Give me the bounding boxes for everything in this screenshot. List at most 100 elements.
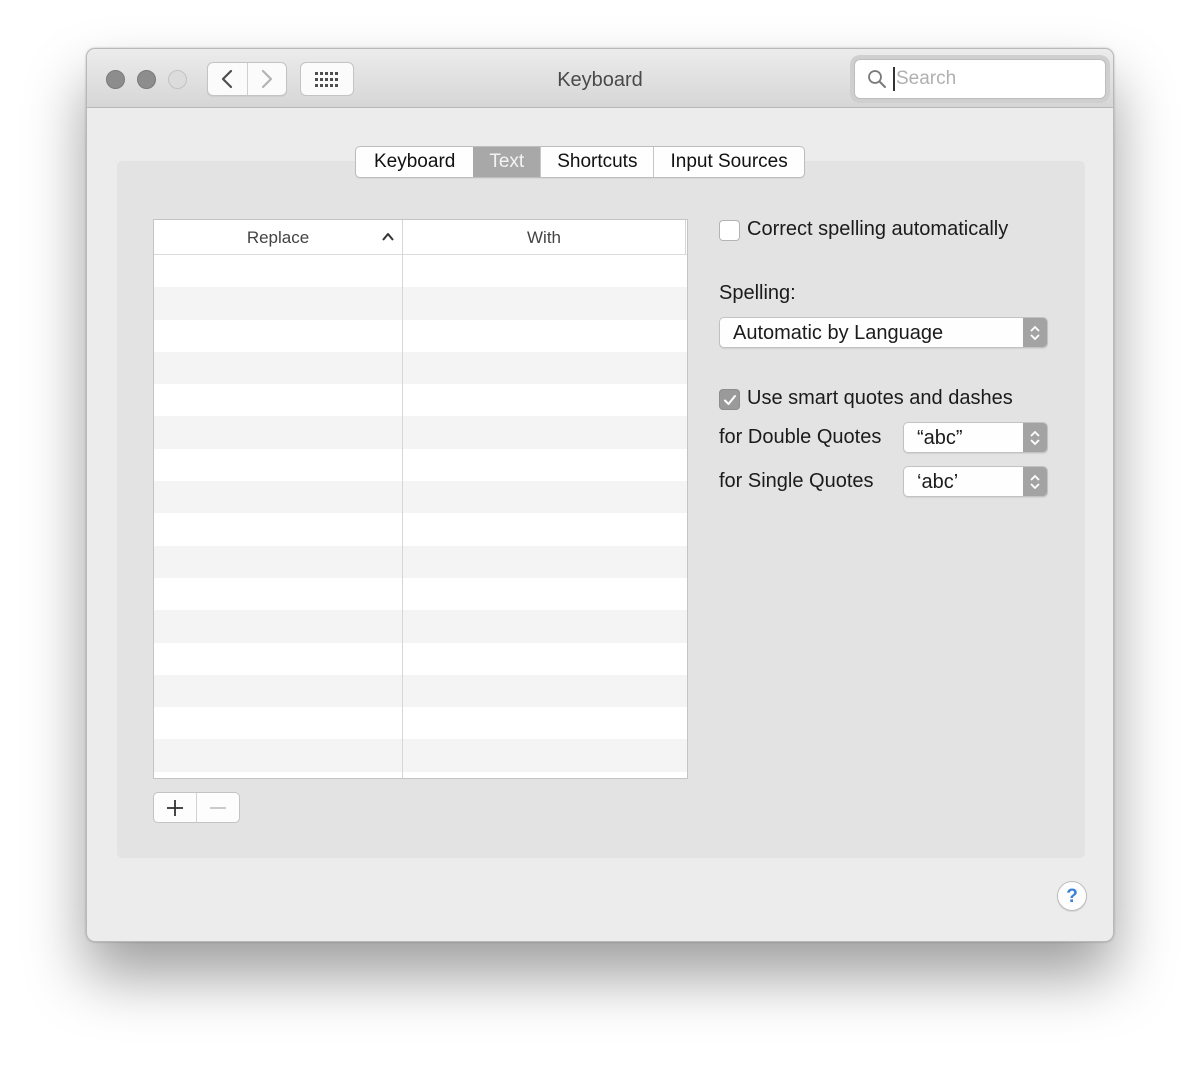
- table-cell-replace: [154, 739, 403, 772]
- updown-arrows-icon: [1023, 423, 1047, 452]
- table-cell-replace: [154, 610, 403, 643]
- table-row[interactable]: [154, 610, 687, 643]
- table-body: [154, 255, 687, 778]
- single-quotes-label: for Single Quotes: [719, 470, 874, 492]
- table-cell-replace: [154, 351, 403, 385]
- table-cell-replace: [154, 481, 403, 514]
- double-quotes-label: for Double Quotes: [719, 426, 882, 448]
- table-header: Replace With: [154, 220, 687, 255]
- plus-icon: [167, 799, 183, 816]
- table-cell-replace: [154, 577, 403, 611]
- title-bar: Keyboard: [87, 49, 1113, 108]
- table-cell-with: [403, 449, 686, 481]
- column-header-with-label: With: [527, 228, 561, 247]
- table-cell-replace: [154, 448, 403, 482]
- table-cell-with: [403, 287, 686, 319]
- table-cell-replace: [154, 384, 403, 417]
- search-icon: [868, 70, 886, 88]
- table-row[interactable]: [154, 739, 687, 772]
- table-row[interactable]: [154, 416, 687, 449]
- double-quotes-popup-value: “abc”: [917, 427, 963, 449]
- table-row[interactable]: [154, 513, 687, 546]
- table-row[interactable]: [154, 319, 687, 352]
- table-cell-replace: [154, 771, 403, 778]
- table-row[interactable]: [154, 287, 687, 320]
- tab-input-sources[interactable]: Input Sources: [653, 147, 803, 177]
- table-row[interactable]: [154, 351, 687, 385]
- remove-replacement-button[interactable]: [196, 793, 239, 822]
- add-remove-buttons: [153, 792, 240, 823]
- tab-shortcuts[interactable]: Shortcuts: [540, 147, 653, 177]
- table-cell-replace: [154, 707, 403, 740]
- checkmark-icon: [723, 394, 736, 405]
- correct-spelling-label: Correct spelling automatically: [747, 218, 1009, 240]
- keyboard-preferences-window: Keyboard Keyboard Text Shortcuts Input S…: [86, 48, 1114, 942]
- grid-icon: [315, 71, 338, 87]
- table-cell-replace: [154, 255, 403, 288]
- table-row[interactable]: [154, 707, 687, 740]
- column-header-with[interactable]: With: [403, 220, 686, 254]
- back-button[interactable]: [208, 63, 247, 95]
- help-button[interactable]: ?: [1057, 881, 1087, 911]
- navigation-buttons: [207, 62, 287, 96]
- spelling-popup[interactable]: Automatic by Language: [719, 317, 1048, 348]
- table-row[interactable]: [154, 255, 687, 288]
- table-cell-with: [403, 513, 686, 545]
- smart-quotes-checkbox[interactable]: [719, 389, 740, 410]
- smart-quotes-label: Use smart quotes and dashes: [747, 387, 1013, 409]
- table-cell-with: [403, 643, 686, 675]
- tab-text[interactable]: Text: [473, 147, 541, 177]
- table-cell-with: [403, 384, 686, 416]
- table-row[interactable]: [154, 642, 687, 675]
- table-cell-replace: [154, 545, 403, 578]
- chevron-left-icon: [222, 69, 233, 89]
- text-replacement-table[interactable]: Replace With: [153, 219, 688, 779]
- table-row[interactable]: [154, 771, 687, 778]
- table-cell-with: [403, 772, 686, 778]
- table-cell-with: [403, 320, 686, 352]
- table-cell-replace: [154, 416, 403, 449]
- table-row[interactable]: [154, 481, 687, 514]
- column-header-replace-label: Replace: [246, 228, 310, 247]
- table-cell-with: [403, 352, 686, 384]
- updown-arrows-icon: [1023, 467, 1047, 496]
- table-cell-with: [403, 739, 686, 771]
- tab-bar: Keyboard Text Shortcuts Input Sources: [355, 146, 805, 178]
- updown-arrows-icon: [1023, 318, 1047, 347]
- table-cell-replace: [154, 319, 403, 352]
- table-cell-with: [403, 546, 686, 578]
- table-cell-replace: [154, 287, 403, 320]
- table-cell-replace: [154, 642, 403, 675]
- table-cell-with: [403, 707, 686, 739]
- zoom-window-button[interactable]: [168, 70, 187, 89]
- show-all-button[interactable]: [300, 62, 354, 96]
- search-input[interactable]: [893, 67, 1093, 91]
- forward-button[interactable]: [246, 63, 287, 95]
- table-row[interactable]: [154, 545, 687, 578]
- correct-spelling-checkbox[interactable]: [719, 220, 740, 241]
- add-replacement-button[interactable]: [154, 793, 196, 822]
- single-quotes-popup-value: ‘abc’: [917, 471, 959, 493]
- column-header-replace[interactable]: Replace: [154, 220, 403, 254]
- table-cell-with: [403, 675, 686, 707]
- single-quotes-popup[interactable]: ‘abc’: [903, 466, 1048, 497]
- table-row[interactable]: [154, 384, 687, 417]
- chevron-up-icon: [382, 233, 394, 241]
- minus-icon: [210, 806, 226, 809]
- spelling-label: Spelling:: [719, 282, 796, 304]
- chevron-right-icon: [261, 69, 272, 89]
- table-cell-with: [403, 255, 686, 287]
- spelling-popup-value: Automatic by Language: [733, 322, 944, 344]
- double-quotes-popup[interactable]: “abc”: [903, 422, 1048, 453]
- search-field[interactable]: [854, 59, 1106, 99]
- table-row[interactable]: [154, 448, 687, 482]
- table-cell-replace: [154, 513, 403, 546]
- table-row[interactable]: [154, 674, 687, 708]
- table-cell-with: [403, 481, 686, 513]
- table-cell-with: [403, 578, 686, 610]
- minimize-window-button[interactable]: [137, 70, 156, 89]
- table-row[interactable]: [154, 577, 687, 611]
- tab-keyboard[interactable]: Keyboard: [356, 147, 473, 177]
- close-window-button[interactable]: [106, 70, 125, 89]
- table-cell-replace: [154, 674, 403, 708]
